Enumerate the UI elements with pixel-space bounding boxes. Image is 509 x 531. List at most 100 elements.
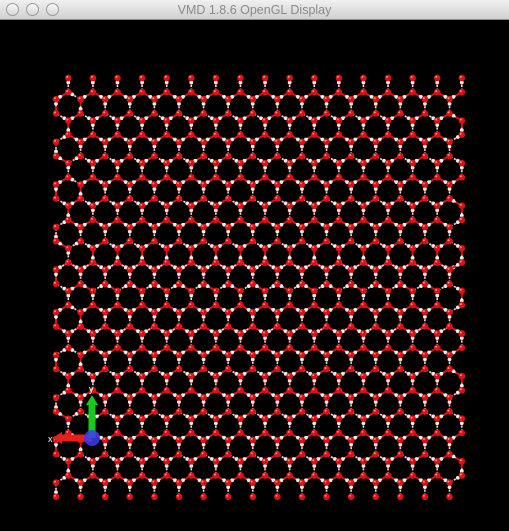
oxygen-highlight <box>422 111 425 114</box>
oxygen-atom <box>126 436 134 444</box>
oxygen-highlight <box>398 310 401 313</box>
oxygen-highlight <box>422 182 425 185</box>
oxygen-atom <box>323 408 330 415</box>
oxygen-highlight <box>54 395 56 398</box>
oxygen-atom <box>77 479 84 486</box>
oxygen-atom <box>347 394 355 401</box>
oxygen-highlight <box>201 480 204 483</box>
oxygen-highlight <box>66 345 69 348</box>
oxygen-highlight <box>213 90 216 93</box>
oxygen-highlight <box>213 203 216 206</box>
title-bar[interactable]: VMD 1.8.6 OpenGL Display <box>0 0 509 20</box>
oxygen-atom <box>237 301 244 309</box>
oxygen-highlight <box>201 494 204 497</box>
oxygen-atom <box>372 223 380 231</box>
molecular-scene[interactable]: x y <box>0 20 509 531</box>
oxygen-highlight <box>435 217 438 220</box>
oxygen-atom <box>151 308 158 316</box>
oxygen-atom <box>114 301 121 309</box>
oxygen-highlight <box>324 239 327 242</box>
oxygen-atom <box>175 351 183 359</box>
oxygen-atom <box>224 110 232 117</box>
oxygen-atom <box>335 472 343 479</box>
oxygen-highlight <box>459 430 462 433</box>
oxygen-atom <box>286 88 293 96</box>
oxygen-atom <box>433 287 441 295</box>
oxygen-atom <box>298 266 306 273</box>
oxygen-atom <box>101 408 109 415</box>
oxygen-highlight <box>386 388 389 391</box>
oxygen-atom <box>335 245 343 252</box>
oxygen-atom <box>249 223 257 231</box>
oxygen-highlight <box>54 111 56 114</box>
oxygen-atom <box>77 493 84 501</box>
oxygen-atom <box>101 308 109 316</box>
oxygen-highlight <box>361 260 364 263</box>
oxygen-highlight <box>176 281 179 284</box>
oxygen-highlight <box>435 331 438 334</box>
oxygen-atom <box>433 415 441 423</box>
oxygen-atom <box>286 472 293 479</box>
oxygen-atom <box>274 394 281 401</box>
oxygen-atom <box>212 344 220 352</box>
oxygen-highlight <box>275 182 278 185</box>
oxygen-highlight <box>410 118 413 121</box>
z-axis-marker <box>84 430 100 446</box>
oxygen-highlight <box>140 388 143 391</box>
oxygen-atom <box>323 223 330 231</box>
oxygen-highlight <box>386 161 389 164</box>
oxygen-atom <box>274 152 281 160</box>
oxygen-atom <box>52 280 60 288</box>
oxygen-highlight <box>275 367 278 369</box>
oxygen-atom <box>200 436 207 444</box>
oxygen-highlight <box>349 281 352 284</box>
oxygen-highlight <box>447 352 450 355</box>
oxygen-highlight <box>435 345 438 348</box>
oxygen-highlight <box>238 175 241 178</box>
oxygen-atom <box>163 429 170 437</box>
oxygen-atom <box>347 323 355 330</box>
oxygen-atom <box>409 131 416 138</box>
oxygen-atom <box>446 450 453 458</box>
oxygen-highlight <box>140 459 143 462</box>
oxygen-atom <box>335 259 343 266</box>
oxygen-atom <box>335 74 343 82</box>
oxygen-atom <box>335 372 343 380</box>
oxygen-highlight <box>189 203 192 206</box>
oxygen-highlight <box>373 324 376 327</box>
oxygen-atom <box>187 131 195 138</box>
oxygen-highlight <box>115 331 118 334</box>
oxygen-atom <box>310 131 318 138</box>
oxygen-highlight <box>312 132 315 135</box>
oxygen-highlight <box>435 303 438 306</box>
oxygen-highlight <box>299 438 302 440</box>
oxygen-highlight <box>373 367 376 369</box>
oxygen-highlight <box>226 182 229 185</box>
oxygen-highlight <box>373 196 376 199</box>
oxygen-atom <box>384 259 392 266</box>
oxygen-highlight <box>176 480 179 483</box>
oxygen-atom <box>372 266 380 273</box>
opengl-display-canvas[interactable]: x y <box>0 20 509 531</box>
oxygen-atom <box>335 458 343 465</box>
oxygen-highlight <box>312 260 315 263</box>
oxygen-highlight <box>152 111 155 114</box>
oxygen-highlight <box>90 118 93 121</box>
oxygen-highlight <box>275 452 278 455</box>
oxygen-highlight <box>66 161 69 164</box>
oxygen-atom <box>360 159 367 167</box>
oxygen-atom <box>175 365 183 373</box>
oxygen-highlight <box>410 430 413 433</box>
oxygen-atom <box>52 138 60 146</box>
oxygen-highlight <box>263 374 266 377</box>
oxygen-atom <box>151 110 158 117</box>
oxygen-highlight <box>398 480 401 483</box>
oxygen-highlight <box>164 473 167 476</box>
oxygen-highlight <box>103 111 106 114</box>
oxygen-highlight <box>226 367 229 369</box>
oxygen-highlight <box>386 175 389 178</box>
oxygen-atom <box>77 280 84 288</box>
oxygen-atom <box>274 138 281 146</box>
oxygen-atom <box>372 493 380 501</box>
oxygen-atom <box>138 174 146 181</box>
